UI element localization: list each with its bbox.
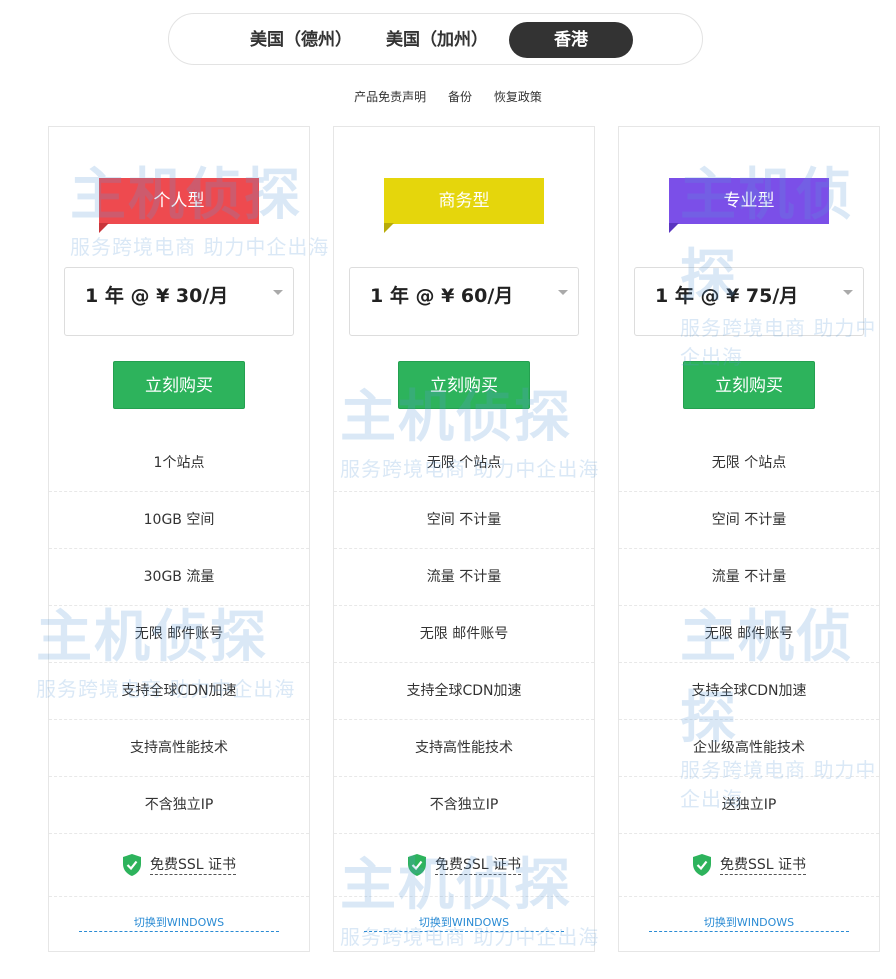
feature-item: 空间 不计量 bbox=[334, 492, 594, 549]
price-term-select[interactable]: 1 年 @ ¥ 30/月 bbox=[64, 267, 294, 336]
price-term-select[interactable]: 1 年 @ ¥ 60/月 bbox=[349, 267, 579, 336]
feature-item: 无限 邮件账号 bbox=[334, 606, 594, 663]
feature-item: 空间 不计量 bbox=[619, 492, 879, 549]
tab-us-texas[interactable]: 美国（德州） bbox=[241, 22, 361, 58]
feature-item: 流量 不计量 bbox=[334, 549, 594, 606]
switch-to-windows-link[interactable]: 切换到WINDOWS bbox=[364, 914, 564, 932]
feature-list: 1个站点 10GB 空间 30GB 流量 无限 邮件账号 支持全球CDN加速 支… bbox=[49, 435, 309, 897]
ssl-certificate-link[interactable]: 免费SSL 证书 bbox=[149, 856, 237, 875]
feature-item: 支持全球CDN加速 bbox=[49, 663, 309, 720]
plan-card-personal: 个人型 1 年 @ ¥ 30/月 立刻购买 1个站点 10GB 空间 30GB … bbox=[48, 126, 310, 952]
switch-to-windows-link[interactable]: 切换到WINDOWS bbox=[649, 914, 849, 932]
buy-now-button[interactable]: 立刻购买 bbox=[398, 361, 530, 409]
feature-item: 30GB 流量 bbox=[49, 549, 309, 606]
plan-card-pro: 专业型 1 年 @ ¥ 75/月 立刻购买 无限 个站点 空间 不计量 流量 不… bbox=[618, 126, 880, 952]
selected-price: 1 年 @ ¥ 75/月 bbox=[655, 285, 799, 307]
region-tab-bar: 美国（德州） 美国（加州） 香港 bbox=[168, 13, 703, 65]
ssl-certificate-link[interactable]: 免费SSL 证书 bbox=[719, 856, 807, 875]
plan-card-business: 商务型 1 年 @ ¥ 60/月 立刻购买 无限 个站点 空间 不计量 流量 不… bbox=[333, 126, 595, 952]
switch-to-windows-link[interactable]: 切换到WINDOWS bbox=[79, 914, 279, 932]
feature-item: 10GB 空间 bbox=[49, 492, 309, 549]
restore-policy-link[interactable]: 恢复政策 bbox=[494, 90, 542, 104]
ribbon-tail bbox=[384, 223, 394, 233]
ssl-feature: 免费SSL 证书 bbox=[334, 834, 594, 897]
feature-item: 送独立IP bbox=[619, 777, 879, 834]
ssl-certificate-link[interactable]: 免费SSL 证书 bbox=[434, 856, 522, 875]
feature-item: 流量 不计量 bbox=[619, 549, 879, 606]
feature-item: 支持全球CDN加速 bbox=[619, 663, 879, 720]
tab-us-california[interactable]: 美国（加州） bbox=[377, 22, 497, 58]
ribbon-tail bbox=[669, 223, 679, 233]
feature-list: 无限 个站点 空间 不计量 流量 不计量 无限 邮件账号 支持全球CDN加速 企… bbox=[619, 435, 879, 897]
chevron-down-icon bbox=[273, 290, 283, 295]
feature-item: 无限 个站点 bbox=[619, 435, 879, 492]
buy-now-button[interactable]: 立刻购买 bbox=[683, 361, 815, 409]
feature-list: 无限 个站点 空间 不计量 流量 不计量 无限 邮件账号 支持全球CDN加速 支… bbox=[334, 435, 594, 897]
plan-name-ribbon: 专业型 bbox=[669, 178, 829, 224]
feature-item: 不含独立IP bbox=[334, 777, 594, 834]
ssl-feature: 免费SSL 证书 bbox=[619, 834, 879, 897]
feature-item: 1个站点 bbox=[49, 435, 309, 492]
ribbon-tail bbox=[99, 223, 109, 233]
tab-hongkong[interactable]: 香港 bbox=[509, 22, 633, 58]
price-term-select[interactable]: 1 年 @ ¥ 75/月 bbox=[634, 267, 864, 336]
policy-links: 产品免责声明 备份 恢复政策 bbox=[0, 88, 896, 105]
selected-price: 1 年 @ ¥ 60/月 bbox=[370, 285, 514, 307]
feature-item: 支持高性能技术 bbox=[49, 720, 309, 777]
chevron-down-icon bbox=[558, 290, 568, 295]
plan-name-ribbon: 商务型 bbox=[384, 178, 544, 224]
feature-item: 企业级高性能技术 bbox=[619, 720, 879, 777]
selected-price: 1 年 @ ¥ 30/月 bbox=[85, 285, 229, 307]
feature-item: 支持高性能技术 bbox=[334, 720, 594, 777]
feature-item: 无限 邮件账号 bbox=[619, 606, 879, 663]
feature-item: 无限 邮件账号 bbox=[49, 606, 309, 663]
feature-item: 无限 个站点 bbox=[334, 435, 594, 492]
backup-link[interactable]: 备份 bbox=[448, 90, 472, 104]
shield-check-icon bbox=[122, 854, 141, 876]
feature-item: 不含独立IP bbox=[49, 777, 309, 834]
buy-now-button[interactable]: 立刻购买 bbox=[113, 361, 245, 409]
feature-item: 支持全球CDN加速 bbox=[334, 663, 594, 720]
chevron-down-icon bbox=[843, 290, 853, 295]
shield-check-icon bbox=[407, 854, 426, 876]
plan-name-ribbon: 个人型 bbox=[99, 178, 259, 224]
shield-check-icon bbox=[692, 854, 711, 876]
disclaimer-link[interactable]: 产品免责声明 bbox=[354, 90, 426, 104]
ssl-feature: 免费SSL 证书 bbox=[49, 834, 309, 897]
